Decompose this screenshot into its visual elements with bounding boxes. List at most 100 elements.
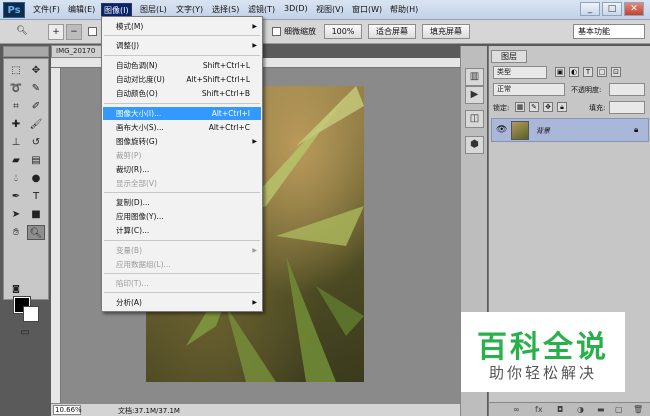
menu-separator [104,292,260,293]
menu-item-canvas-size[interactable]: 画布大小(S)... Alt+Ctrl+C [103,121,261,134]
menu-type[interactable]: 文字(Y) [176,4,203,15]
close-button[interactable]: ✕ [624,2,644,16]
lock-all-icon[interactable]: 🔒︎ [557,102,567,112]
menu-item-image-size[interactable]: 图像大小(I)... Alt+Ctrl+I [103,107,261,120]
new-group-icon[interactable]: ▬ [597,405,605,414]
zoom-out-icon[interactable]: − [66,24,82,40]
menu-3d[interactable]: 3D(D) [284,4,308,13]
menu-item-auto-contrast[interactable]: 自动对比度(U) Alt+Shift+Ctrl+L [103,73,261,86]
menu-edit[interactable]: 编辑(E) [68,4,95,15]
fill-input[interactable] [609,101,645,114]
maximize-button[interactable]: □ [602,2,622,16]
menu-layer[interactable]: 图层(L) [140,4,167,15]
visibility-eye-icon[interactable]: 👁︎ [496,125,507,135]
hand-tool-icon[interactable]: ✋︎ [7,225,25,240]
move-tool-icon[interactable]: ✥ [27,63,45,78]
filter-shape-icon[interactable]: □ [597,67,607,77]
menubar: Ps 文件(F) 编辑(E) 图像(I) 图层(L) 文字(Y) 选择(S) 滤… [0,0,650,20]
filter-type-icon[interactable]: T [583,67,593,77]
background-color-swatch[interactable] [23,306,39,322]
menu-item-image-rotation[interactable]: 图像旋转(G) ▶ [103,135,261,148]
layer-name: 背景 [536,127,550,135]
marquee-tool-icon[interactable]: ⬚ [7,63,25,78]
filter-smart-object-icon[interactable]: ⊡ [611,67,621,77]
type-tool-icon[interactable]: T [27,189,45,204]
lock-transparent-icon[interactable]: ▦ [515,102,525,112]
menu-item-duplicate[interactable]: 复制(D)... [103,196,261,209]
lock-position-icon[interactable]: ✥ [543,102,553,112]
quick-mask-icon[interactable]: ◙ [7,281,25,296]
delete-layer-icon[interactable]: 🗑︎ [633,405,643,414]
menu-item-trim[interactable]: 裁切(R)... [103,163,261,176]
blur-tool-icon[interactable]: 💧︎ [7,171,25,186]
menu-item-reveal-all[interactable]: 显示全部(V) [103,177,261,190]
scrubby-zoom-checkbox[interactable] [272,27,281,36]
menu-item-calculations[interactable]: 计算(C)... [103,224,261,237]
gradient-tool-icon[interactable]: ▤ [27,153,45,168]
zoom-tool-preset-icon[interactable]: 🔍︎ [14,24,30,40]
menu-filter[interactable]: 滤镜(T) [248,4,275,15]
workspace-select[interactable]: 基本功能 [573,24,645,39]
document-info[interactable]: 文档:37.1M/37.1M [118,406,180,416]
lock-pixels-icon[interactable]: ✎ [529,102,539,112]
zoom-readout[interactable]: 10.66% [53,405,82,415]
menu-item-mode[interactable]: 模式(M) ▶ [103,20,261,33]
add-mask-icon[interactable]: ◘ [557,405,563,414]
menu-window[interactable]: 窗口(W) [352,4,382,15]
menu-help[interactable]: 帮助(H) [390,4,418,15]
new-adjustment-icon[interactable]: ◑ [577,405,584,414]
dodge-tool-icon[interactable]: ● [27,171,45,186]
menu-item-crop[interactable]: 裁剪(P) [103,149,261,162]
path-select-tool-icon[interactable]: ➤ [7,207,25,222]
menu-item-adjustments[interactable]: 调整(J) ▶ [103,39,261,52]
menu-view[interactable]: 视图(V) [316,4,344,15]
clone-stamp-icon[interactable]: ⊥ [7,135,25,150]
filter-pixel-icon[interactable]: ▣ [555,67,565,77]
quick-select-tool-icon[interactable]: ✎ [27,81,45,96]
menu-file[interactable]: 文件(F) [33,4,60,15]
menu-item-apply-data-set[interactable]: 应用数据组(L)... [103,258,261,271]
actions-play-icon[interactable]: ▶ [465,86,484,104]
fit-screen-button[interactable]: 适合屏幕 [368,24,416,39]
zoom-100-button[interactable]: 100% [324,24,362,39]
crop-tool-icon[interactable]: ⌗ [7,99,25,114]
link-layers-icon[interactable]: ∞ [513,405,520,414]
menu-item-trap[interactable]: 陷印(T)... [103,277,261,290]
zoom-tool-icon[interactable]: 🔍︎ [27,225,45,240]
new-layer-icon[interactable]: ▢ [615,405,623,414]
eraser-tool-icon[interactable]: ▰ [7,153,25,168]
zoom-in-icon[interactable]: + [48,24,64,40]
watermark-subtitle: 助你轻松解决 [488,364,597,382]
menu-separator [104,35,260,36]
adjustments-icon[interactable]: ◫ [465,110,484,128]
layer-style-icon[interactable]: fx [535,405,543,414]
filter-adjustment-icon[interactable]: ◐ [569,67,579,77]
layers-footer: ∞ fx ◘ ◑ ▬ ▢ 🗑︎ [489,402,650,416]
minimize-button[interactable]: _ [580,2,600,16]
menu-item-auto-color[interactable]: 自动颜色(O) Shift+Ctrl+B [103,87,261,100]
opacity-input[interactable] [609,83,645,96]
resize-windows-checkbox[interactable] [88,27,97,36]
screen-mode-icon[interactable]: ▭ [16,325,34,340]
layer-filter-select[interactable]: 类型 [493,66,547,79]
layers-tab[interactable]: 图层 [491,50,527,63]
menu-item-apply-image[interactable]: 应用图像(Y)... [103,210,261,223]
fill-screen-button[interactable]: 填充屏幕 [422,24,470,39]
menu-item-analysis[interactable]: 分析(A) ▶ [103,296,261,309]
menu-item-auto-tone[interactable]: 自动色调(N) Shift+Ctrl+L [103,59,261,72]
histogram-icon[interactable]: ▥ [465,68,484,86]
blend-mode-select[interactable]: 正常 [493,83,565,96]
status-bar: 10.66% 文档:37.1M/37.1M [51,403,469,416]
eyedropper-tool-icon[interactable]: ✐ [27,99,45,114]
lasso-tool-icon[interactable]: ➰ [7,81,25,96]
layer-row-background[interactable]: 👁︎ 背景 🔒︎ [491,118,649,142]
history-brush-icon[interactable]: ↺ [27,135,45,150]
pen-tool-icon[interactable]: ✒ [7,189,25,204]
menu-separator [104,273,260,274]
menu-select[interactable]: 选择(S) [212,4,239,15]
3d-cube-icon[interactable]: ⬢ [465,136,484,154]
shape-tool-icon[interactable]: ■ [27,207,45,222]
healing-brush-icon[interactable]: ✚ [7,117,25,132]
brush-tool-icon[interactable]: 🖌︎ [27,117,45,132]
menu-item-variables[interactable]: 变量(B) ▶ [103,244,261,257]
